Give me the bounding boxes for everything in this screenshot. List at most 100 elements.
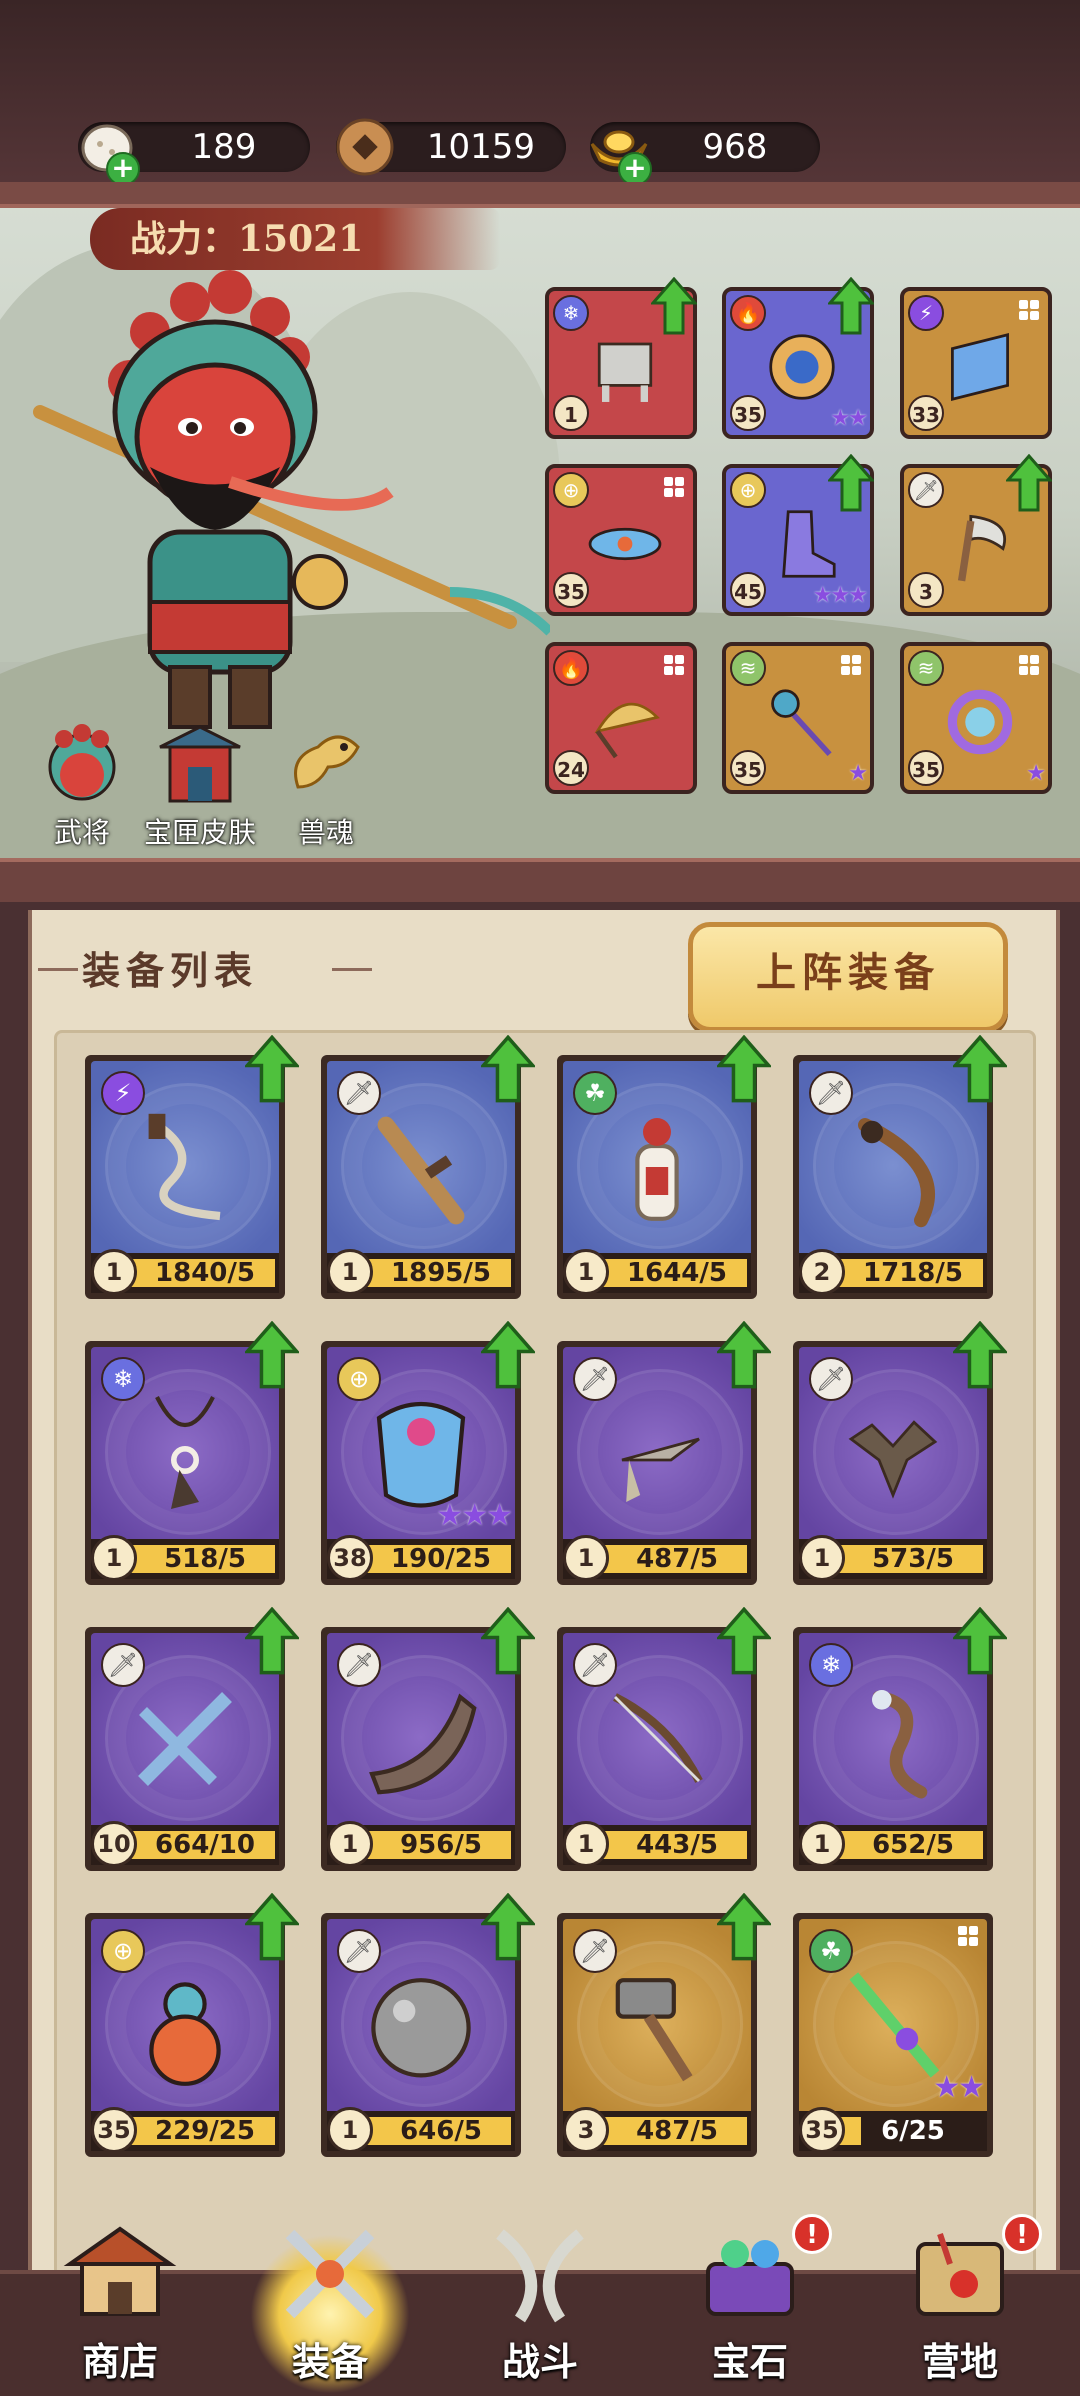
star-rating: ★★★ bbox=[436, 1498, 513, 1533]
equipment-card[interactable]: 🗡 487/5 3 bbox=[557, 1893, 771, 2157]
set-pips-icon bbox=[1019, 300, 1039, 320]
equipped-slot[interactable]: ⊕ 35 bbox=[545, 464, 697, 616]
upgrade-arrow-icon bbox=[481, 1035, 535, 1103]
equipped-slot[interactable]: 🔥 35 ★★ bbox=[722, 277, 874, 439]
card-level: 1 bbox=[91, 1535, 137, 1581]
equipment-card[interactable]: ☘ 1644/5 1 bbox=[557, 1035, 771, 1299]
currency-coin[interactable]: 10159 bbox=[336, 118, 566, 176]
wooden-sword-icon bbox=[377, 1116, 465, 1225]
upgrade-arrow-icon bbox=[953, 1607, 1007, 1675]
equipment-card[interactable]: ⚡ 1840/5 1 bbox=[85, 1035, 299, 1299]
currency-value: 968 bbox=[702, 127, 768, 167]
currency-gold[interactable]: + 968 bbox=[590, 122, 820, 186]
dart-icon bbox=[621, 1437, 700, 1502]
upgrade-arrow-icon bbox=[953, 1035, 1007, 1103]
bottom-nav: 商店 装备 战斗 宝石! 营地! bbox=[0, 2214, 1080, 2396]
deploy-equipment-button[interactable]: 上阵装备 bbox=[688, 922, 1008, 1032]
equipment-card[interactable]: 🗡 956/5 1 bbox=[321, 1607, 535, 1871]
star-rating: ★ bbox=[848, 761, 868, 786]
nav-label: 商店 bbox=[81, 2339, 158, 2384]
card-level: 1 bbox=[799, 1821, 845, 1867]
shard-progress-text: 487/5 bbox=[636, 1544, 718, 1574]
equipment-card[interactable]: ❄ 652/5 1 bbox=[793, 1607, 1007, 1871]
equipment-card[interactable]: 🗡 573/5 1 bbox=[793, 1321, 1007, 1585]
slot-level: 33 bbox=[908, 395, 944, 431]
equipment-card[interactable]: ⊕ 229/25 35 bbox=[85, 1893, 299, 2157]
sabre-icon bbox=[858, 1118, 935, 1228]
star-rating: ★★★ bbox=[812, 583, 868, 608]
hero-link-general[interactable]: 武将 bbox=[22, 717, 142, 851]
card-level: 1 bbox=[563, 1821, 609, 1867]
currency-bar: + 189 10159 + 968 bbox=[0, 0, 1080, 190]
nav-item-shop[interactable]: 商店 bbox=[30, 2214, 210, 2396]
shard-progress-text: 229/25 bbox=[155, 2116, 255, 2146]
card-level: 38 bbox=[327, 1535, 373, 1581]
gourd-icon bbox=[149, 1982, 221, 2086]
fan-icon bbox=[594, 702, 660, 759]
nav-item-battle[interactable]: 战斗 bbox=[450, 2214, 630, 2396]
shard-progress-text: 652/5 bbox=[872, 1830, 954, 1860]
hammer-icon bbox=[615, 1978, 693, 2082]
currency-egg[interactable]: + 189 bbox=[78, 122, 310, 186]
bow-icon bbox=[613, 1693, 703, 1783]
upgrade-arrow-icon bbox=[828, 454, 874, 512]
equipped-slot[interactable]: 🔥 24 bbox=[545, 642, 697, 794]
hero-link-beast-soul[interactable]: 兽魂 bbox=[266, 717, 386, 851]
divider bbox=[332, 968, 372, 971]
nav-item-equipment[interactable]: 装备 bbox=[240, 2214, 420, 2396]
shard-progress-text: 1840/5 bbox=[155, 1258, 255, 1288]
equipment-card[interactable]: ☘ ★★ 6/25 35 bbox=[793, 1913, 993, 2157]
nav-label: 营地 bbox=[921, 2339, 998, 2384]
hero-character[interactable] bbox=[30, 262, 550, 782]
nav-item-gem-chest[interactable]: 宝石! bbox=[660, 2214, 840, 2396]
hero-link-skin[interactable]: 宝匣皮肤 bbox=[140, 717, 260, 851]
crossbow-icon bbox=[138, 1692, 232, 1786]
iron-ball-icon bbox=[371, 1978, 471, 2078]
upgrade-arrow-icon bbox=[245, 1035, 299, 1103]
card-level: 3 bbox=[563, 2107, 609, 2153]
staff-icon bbox=[872, 1690, 928, 1799]
card-level: 10 bbox=[91, 1821, 137, 1867]
card-level: 1 bbox=[327, 1821, 373, 1867]
card-level: 1 bbox=[563, 1535, 609, 1581]
general-helmet-icon bbox=[48, 724, 116, 801]
equipment-card[interactable]: ❄ 518/5 1 bbox=[85, 1321, 299, 1585]
currency-value: 189 bbox=[191, 127, 257, 167]
equipment-card[interactable]: ⊕ ★★★ 190/25 38 bbox=[321, 1321, 535, 1585]
card-level: 1 bbox=[91, 1249, 137, 1295]
equipped-slot[interactable]: ≋ 35 ★ bbox=[900, 642, 1052, 794]
upgrade-arrow-icon bbox=[481, 1893, 535, 1961]
slot-level: 35 bbox=[730, 750, 766, 786]
equipped-slot[interactable]: 🗡 3 bbox=[900, 454, 1052, 616]
upgrade-arrow-icon bbox=[953, 1321, 1007, 1389]
equipped-slot[interactable]: ⚡ 33 bbox=[900, 287, 1052, 439]
equipment-card[interactable]: 🗡 1895/5 1 bbox=[321, 1035, 535, 1299]
equipment-card[interactable]: 🗡 664/10 10 bbox=[85, 1607, 299, 1871]
star-rating: ★★ bbox=[830, 406, 868, 431]
boomerang-icon bbox=[369, 1693, 477, 1795]
equipment-list-title: 装备列表 bbox=[82, 948, 259, 993]
nav-item-camp[interactable]: 营地! bbox=[870, 2214, 1050, 2396]
shard-progress-text: 487/5 bbox=[636, 2116, 718, 2146]
equipped-slot[interactable]: ❄ 1 bbox=[545, 277, 697, 439]
card-level: 35 bbox=[91, 2107, 137, 2153]
equipment-grid: ⚡ 1840/5 1 🗡 1895/5 1 ☘ 1644/5 1 🗡 1718/5 2 ❄ 518/5 1 ⊕… bbox=[54, 1030, 1036, 2286]
equipped-slot[interactable]: ≋ 35 ★ bbox=[722, 642, 874, 794]
equipment-card[interactable]: 🗡 646/5 1 bbox=[321, 1893, 535, 2157]
shard-progress-text: 6/25 bbox=[881, 2116, 945, 2146]
upgrade-arrow-icon bbox=[245, 1893, 299, 1961]
slot-level: 3 bbox=[908, 572, 944, 608]
shard-progress-text: 518/5 bbox=[164, 1544, 246, 1574]
equipment-card[interactable]: 🗡 487/5 1 bbox=[557, 1321, 771, 1585]
card-level: 2 bbox=[799, 1249, 845, 1295]
shard-progress-text: 1718/5 bbox=[863, 1258, 963, 1288]
equipment-card[interactable]: 🗡 443/5 1 bbox=[557, 1607, 771, 1871]
card-level: 1 bbox=[327, 1249, 373, 1295]
potion-bottle-icon bbox=[635, 1118, 679, 1221]
equipped-slot[interactable]: ⊕ 45 ★★★ bbox=[722, 454, 874, 616]
ring-icon bbox=[947, 689, 1013, 755]
slot-level: 45 bbox=[730, 572, 766, 608]
hero-link-label: 兽魂 bbox=[297, 816, 354, 849]
card-level: 1 bbox=[799, 1535, 845, 1581]
equipment-card[interactable]: 🗡 1718/5 2 bbox=[793, 1035, 1007, 1299]
